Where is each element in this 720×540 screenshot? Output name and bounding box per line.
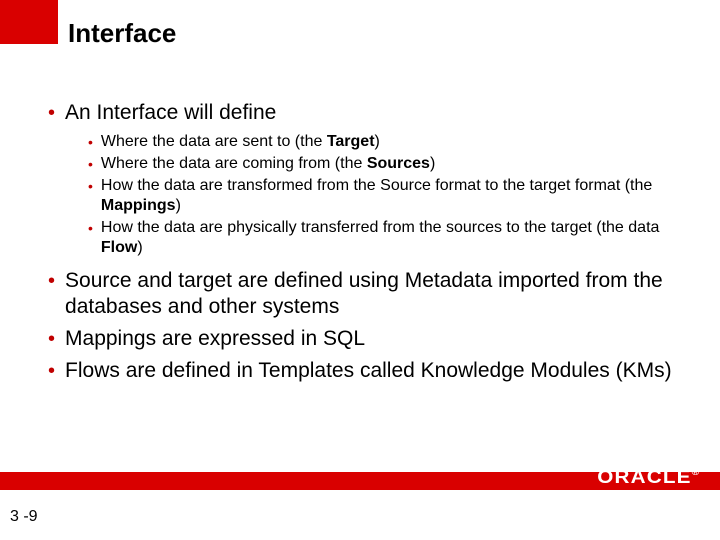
bullet-dot: •	[88, 154, 93, 174]
bullet-dot: •	[88, 132, 93, 152]
sub-bullet-text: How the data are transformed from the So…	[101, 176, 661, 216]
bullet-text: Flows are defined in Templates called Kn…	[65, 358, 672, 384]
bullet-text: Mappings are expressed in SQL	[65, 326, 365, 352]
slide-title: Interface	[68, 18, 176, 49]
sub-bullet-text: Where the data are sent to (the Target)	[101, 132, 380, 152]
bullet-item: • Flows are defined in Templates called …	[48, 358, 680, 384]
bullet-item: • An Interface will define	[48, 100, 680, 126]
sub-bullet-text: Where the data are coming from (the Sour…	[101, 154, 435, 174]
bullet-dot: •	[88, 176, 93, 196]
bullet-text: An Interface will define	[65, 100, 276, 126]
bullet-text: Source and target are defined using Meta…	[65, 268, 680, 320]
sub-bullet-item: • Where the data are sent to (the Target…	[88, 132, 680, 152]
bullet-item: • Mappings are expressed in SQL	[48, 326, 680, 352]
bullet-dot: •	[48, 326, 55, 352]
bullet-item: • Source and target are defined using Me…	[48, 268, 680, 320]
page-number: 3 -9	[10, 508, 38, 526]
sub-bullet-text: How the data are physically transferred …	[101, 218, 661, 258]
oracle-logo: ORACLE®	[598, 467, 701, 488]
sub-list: • Where the data are sent to (the Target…	[88, 132, 680, 258]
bullet-dot: •	[48, 268, 55, 294]
sub-bullet-item: • Where the data are coming from (the So…	[88, 154, 680, 174]
bullet-dot: •	[88, 218, 93, 238]
bullet-dot: •	[48, 358, 55, 384]
bullet-dot: •	[48, 100, 55, 126]
sub-bullet-item: • How the data are transformed from the …	[88, 176, 680, 216]
slide: Interface • An Interface will define • W…	[0, 0, 720, 540]
header-block	[0, 0, 58, 44]
sub-bullet-item: • How the data are physically transferre…	[88, 218, 680, 258]
content-area: • An Interface will define • Where the d…	[48, 100, 680, 390]
